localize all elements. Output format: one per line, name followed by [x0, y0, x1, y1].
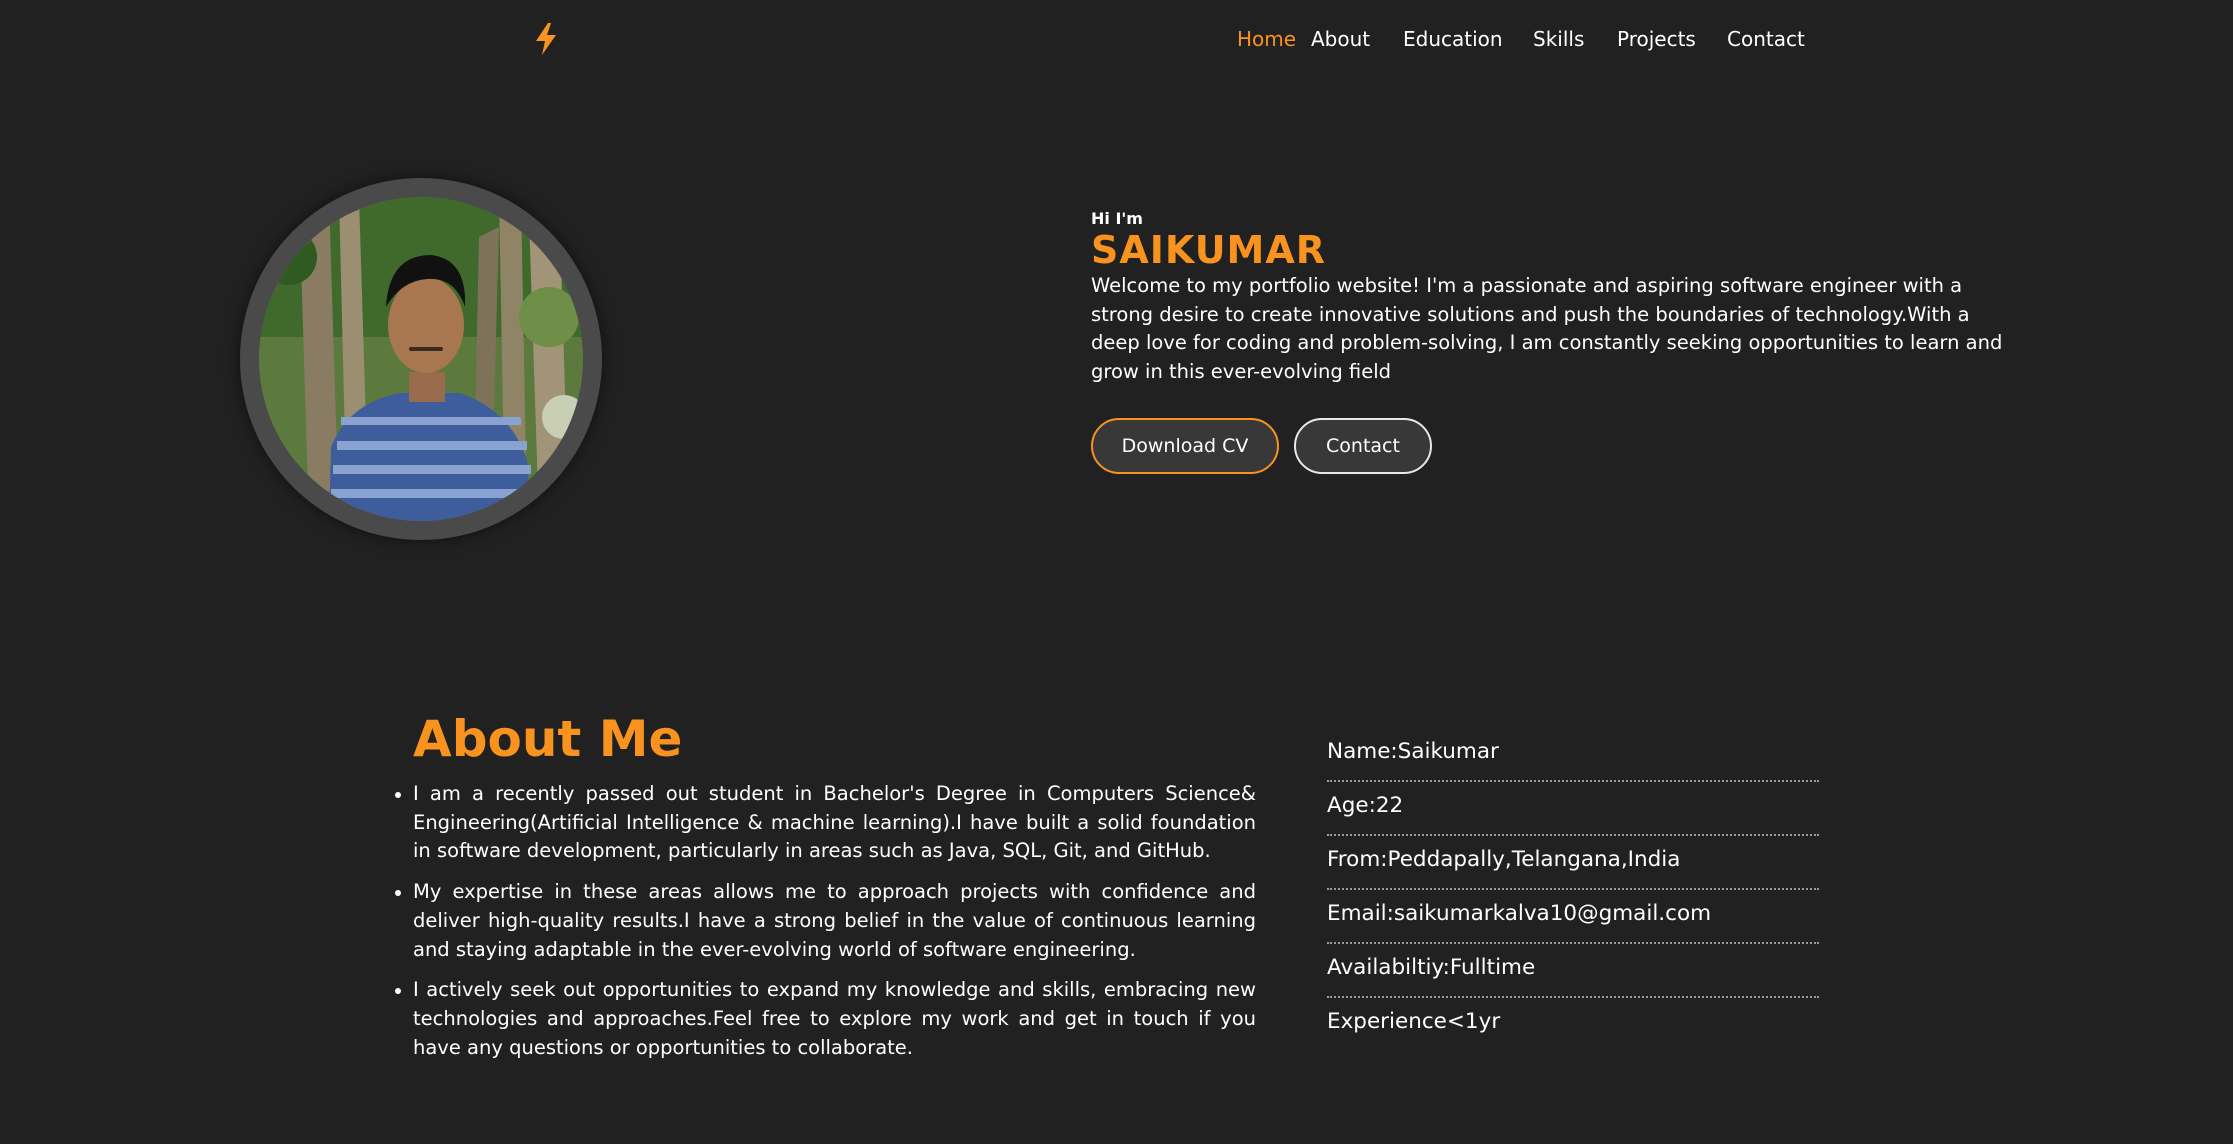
info-email: Email:saikumarkalva10@gmail.com [1327, 890, 1819, 944]
profile-photo [259, 197, 583, 521]
info-from: From:Peddapally,Telangana,India [1327, 836, 1819, 890]
about-point: My expertise in these areas allows me to… [395, 878, 1256, 964]
about-points: I am a recently passed out student in Ba… [395, 780, 1256, 1074]
hero-description: Welcome to my portfolio website! I'm a p… [1091, 274, 2003, 384]
about-point: I am a recently passed out student in Ba… [395, 780, 1256, 866]
nav-about[interactable]: About [1311, 25, 1370, 53]
info-name: Name:Saikumar [1327, 728, 1819, 782]
about-title: About Me [413, 710, 683, 768]
nav-projects[interactable]: Projects [1617, 25, 1696, 53]
about-point: I actively seek out opportunities to exp… [395, 976, 1256, 1062]
profile-photo-frame [240, 178, 602, 540]
contact-button[interactable]: Contact [1294, 418, 1432, 474]
nav-skills[interactable]: Skills [1533, 25, 1584, 53]
hero-name: SAIKUMAR [1091, 228, 1327, 272]
info-experience: Experience<1yr [1327, 1009, 1501, 1034]
info-availability: Availabiltiy:Fulltime [1327, 944, 1819, 998]
download-cv-button[interactable]: Download CV [1091, 418, 1279, 474]
nav-education[interactable]: Education [1403, 25, 1503, 53]
lightning-bolt-icon[interactable] [533, 22, 559, 56]
navbar: Home About Education Skills Projects Con… [0, 0, 2233, 80]
nav-contact[interactable]: Contact [1727, 25, 1805, 53]
hero-intro: Hi I'm SAIKUMAR Welcome to my portfolio … [1091, 208, 2011, 387]
personal-info-list: Name:Saikumar Age:22 From:Peddapally,Tel… [1327, 728, 1819, 1052]
info-age: Age:22 [1327, 782, 1819, 836]
hero-greeting: Hi I'm [1091, 209, 1143, 228]
nav-home[interactable]: Home [1237, 25, 1296, 53]
